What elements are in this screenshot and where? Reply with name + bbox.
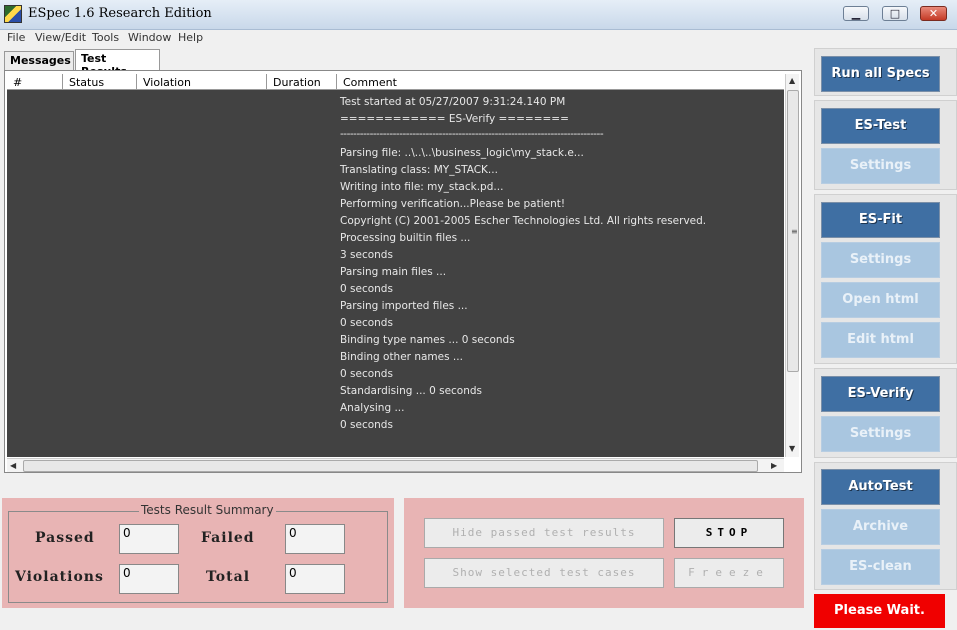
run-all-group: Run all Specs — [814, 48, 957, 96]
menu-window[interactable]: Window — [128, 31, 171, 44]
status-banner: Please Wait. — [814, 594, 945, 628]
horizontal-scroll-thumb[interactable] — [23, 460, 758, 472]
log-line: Translating class: MY_STACK... — [340, 164, 498, 176]
tab-test-results[interactable]: Test Results — [75, 49, 160, 78]
results-panel: # Status Violation Duration Comment Test… — [4, 70, 802, 473]
freeze-button[interactable]: Freeze — [674, 558, 784, 588]
es-test-group: ES-Test Settings — [814, 100, 957, 190]
close-icon: ✕ — [928, 7, 939, 20]
log-line: Performing verification...Please be pati… — [340, 198, 566, 210]
vertical-scrollbar[interactable]: ▲ ≡ ▼ — [785, 74, 799, 457]
log-line: ----------------------------------------… — [340, 128, 604, 140]
failed-label: Failed — [201, 530, 255, 546]
close-button[interactable]: ✕ — [920, 6, 947, 21]
log-line: Binding other names ... — [340, 351, 463, 363]
vertical-scroll-thumb[interactable]: ≡ — [787, 90, 799, 372]
summary-panel: Tests Result Summary Passed 0 Failed 0 V… — [2, 498, 394, 608]
app-icon — [4, 5, 22, 23]
maximize-icon: □ — [889, 7, 901, 20]
log-line: Test started at 05/27/2007 9:31:24.140 P… — [340, 96, 566, 108]
autotest-button[interactable]: AutoTest — [821, 469, 940, 505]
es-verify-group: ES-Verify Settings — [814, 368, 957, 458]
stop-button[interactable]: STOP — [674, 518, 784, 548]
passed-count: 0 — [119, 524, 179, 554]
horizontal-scrollbar[interactable]: ◀ ▶ — [7, 458, 784, 472]
log-line: 0 seconds — [340, 317, 393, 329]
column-comment[interactable]: Comment — [337, 74, 784, 90]
menu-bar: File View/Edit Tools Window Help — [0, 30, 957, 47]
menu-tools[interactable]: Tools — [92, 31, 119, 44]
violations-count: 0 — [119, 564, 179, 594]
log-line: 0 seconds — [340, 283, 393, 295]
log-line: Parsing main files ... — [340, 266, 447, 278]
minimize-icon: ▁ — [851, 7, 861, 20]
show-selected-button[interactable]: Show selected test cases — [424, 558, 664, 588]
menu-view-edit[interactable]: View/Edit — [35, 31, 86, 44]
total-count: 0 — [285, 564, 345, 594]
sidebar: Run all Specs ES-Test Settings ES-Fit Se… — [812, 48, 957, 630]
column-violation[interactable]: Violation — [137, 74, 267, 90]
autotest-group: AutoTest Archive ES-clean — [814, 462, 957, 590]
passed-label: Passed — [35, 530, 95, 546]
scroll-right-icon[interactable]: ▶ — [771, 461, 777, 470]
action-panel: Hide passed test results STOP Show selec… — [404, 498, 804, 608]
edit-html-button[interactable]: Edit html — [821, 322, 940, 358]
scroll-up-icon[interactable]: ▲ — [789, 76, 795, 85]
log-line: Processing builtin files ... — [340, 232, 471, 244]
log-line: Writing into file: my_stack.pd... — [340, 181, 504, 193]
es-verify-settings-button[interactable]: Settings — [821, 416, 940, 452]
column-status[interactable]: Status — [63, 74, 137, 90]
tab-messages[interactable]: Messages — [4, 51, 74, 70]
minimize-button[interactable]: ▁ — [843, 6, 869, 21]
open-html-button[interactable]: Open html — [821, 282, 940, 318]
total-label: Total — [206, 569, 251, 585]
run-all-specs-button[interactable]: Run all Specs — [821, 56, 940, 92]
es-test-settings-button[interactable]: Settings — [821, 148, 940, 184]
log-line: Binding type names ... 0 seconds — [340, 334, 515, 346]
log-line: 0 seconds — [340, 368, 393, 380]
violations-label: Violations — [15, 569, 104, 585]
log-line: Parsing file: ..\..\..\business_logic\my… — [340, 147, 584, 159]
window-title: ESpec 1.6 Research Edition — [28, 6, 212, 21]
scroll-left-icon[interactable]: ◀ — [10, 461, 16, 470]
es-fit-button[interactable]: ES-Fit — [821, 202, 940, 238]
log-line: Parsing imported files ... — [340, 300, 468, 312]
menu-file[interactable]: File — [7, 31, 25, 44]
column-number[interactable]: # — [7, 74, 63, 90]
es-test-button[interactable]: ES-Test — [821, 108, 940, 144]
es-fit-group: ES-Fit Settings Open html Edit html — [814, 194, 957, 364]
tests-result-summary: Tests Result Summary Passed 0 Failed 0 V… — [8, 503, 388, 603]
scroll-down-icon[interactable]: ▼ — [789, 444, 795, 453]
failed-count: 0 — [285, 524, 345, 554]
es-fit-settings-button[interactable]: Settings — [821, 242, 940, 278]
summary-title: Tests Result Summary — [139, 503, 276, 517]
log-line: Analysing ... — [340, 402, 405, 414]
log-line: Copyright (C) 2001-2005 Escher Technolog… — [340, 215, 707, 227]
column-duration[interactable]: Duration — [267, 74, 337, 90]
archive-button[interactable]: Archive — [821, 509, 940, 545]
title-bar: ESpec 1.6 Research Edition ▁ □ ✕ — [0, 0, 957, 30]
log-line: 3 seconds — [340, 249, 393, 261]
log-line: ============ ES-Verify ======== — [340, 113, 569, 125]
maximize-button[interactable]: □ — [882, 6, 908, 21]
log-output[interactable]: Test started at 05/27/2007 9:31:24.140 P… — [7, 90, 784, 457]
hide-passed-button[interactable]: Hide passed test results — [424, 518, 664, 548]
es-clean-button[interactable]: ES-clean — [821, 549, 940, 585]
grip-icon: ≡ — [791, 227, 798, 236]
table-header: # Status Violation Duration Comment — [7, 74, 784, 90]
menu-help[interactable]: Help — [178, 31, 203, 44]
es-verify-button[interactable]: ES-Verify — [821, 376, 940, 412]
log-line: Standardising ... 0 seconds — [340, 385, 483, 397]
log-line: 0 seconds — [340, 419, 393, 431]
